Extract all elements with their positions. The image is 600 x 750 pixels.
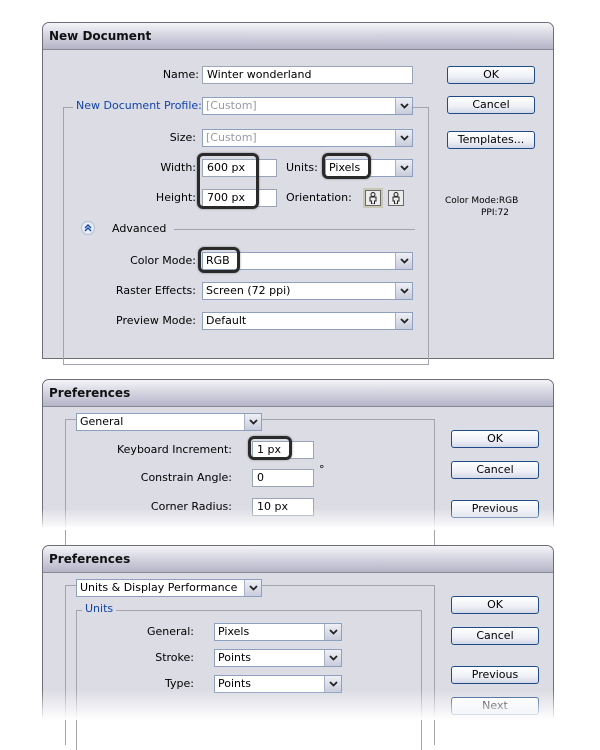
advanced-toggle[interactable] xyxy=(81,221,95,235)
name-input[interactable]: Winter wonderland xyxy=(202,66,413,84)
constrain-angle-input[interactable]: 0 xyxy=(252,469,314,487)
stroke-units-select[interactable]: Points xyxy=(214,649,342,667)
size-value: [Custom] xyxy=(206,131,257,144)
fade-overlay xyxy=(0,508,600,530)
stroke-units-label: Stroke: xyxy=(155,651,194,664)
profile-select[interactable]: [Custom] xyxy=(202,97,413,115)
profile-value: [Custom] xyxy=(206,99,257,112)
height-label: Height: xyxy=(155,191,196,204)
units-group-label: Units xyxy=(82,602,117,615)
landscape-icon xyxy=(392,192,400,204)
chevron-down-icon[interactable] xyxy=(395,283,412,299)
section-value: General xyxy=(80,415,124,428)
size-label: Size: xyxy=(169,131,196,144)
raster-effects-value: Screen (72 ppi) xyxy=(206,284,291,297)
landscape-orientation-button[interactable] xyxy=(388,190,404,206)
info-color-mode: Color Mode:RGB xyxy=(445,196,519,206)
cancel-button[interactable]: Cancel xyxy=(451,461,539,479)
fade-overlay xyxy=(0,690,600,720)
stroke-units-value: Points xyxy=(218,651,252,664)
chevron-down-icon[interactable] xyxy=(395,160,412,176)
cancel-button[interactable]: Cancel xyxy=(447,96,535,114)
chevron-down-icon[interactable] xyxy=(395,130,412,146)
preview-mode-select[interactable]: Default xyxy=(202,312,413,330)
cancel-button[interactable]: Cancel xyxy=(451,627,539,645)
size-select[interactable]: [Custom] xyxy=(202,129,413,147)
general-units-value: Pixels xyxy=(218,625,250,638)
templates-button[interactable]: Templates... xyxy=(447,131,535,149)
new-document-dialog: New Document Name: Winter wonderland New… xyxy=(42,22,554,365)
dialog-title: Preferences xyxy=(43,380,553,407)
orientation-label: Orientation: xyxy=(286,191,352,204)
ok-button[interactable]: OK xyxy=(451,430,539,448)
preferences-general-dialog: Preferences General Keyboard Increment: … xyxy=(42,379,554,559)
type-units-label: Type: xyxy=(165,677,194,690)
raster-effects-select[interactable]: Screen (72 ppi) xyxy=(202,282,413,300)
raster-effects-label: Raster Effects: xyxy=(115,284,196,297)
advanced-label: Advanced xyxy=(112,222,167,235)
constrain-angle-label: Constrain Angle: xyxy=(140,471,232,484)
advanced-divider xyxy=(174,229,415,230)
chevron-down-icon[interactable] xyxy=(324,624,341,640)
section-value: Units & Display Performance xyxy=(80,581,238,594)
chevron-down-icon[interactable] xyxy=(395,313,412,329)
chevron-down-icon[interactable] xyxy=(244,414,261,430)
preview-mode-label: Preview Mode: xyxy=(116,314,196,327)
dialog-title: New Document xyxy=(43,23,553,50)
color-mode-label: Color Mode: xyxy=(130,254,196,267)
info-ppi: PPI:72 xyxy=(481,208,509,218)
ok-button[interactable]: OK xyxy=(451,596,539,614)
chevron-down-icon[interactable] xyxy=(324,650,341,666)
general-units-select[interactable]: Pixels xyxy=(214,623,342,641)
units-label: Units: xyxy=(286,161,318,174)
profile-label: New Document Profile: xyxy=(73,99,205,112)
chevrons-up-icon xyxy=(84,224,92,232)
general-units-label: General: xyxy=(146,625,194,638)
portrait-icon xyxy=(369,192,377,204)
highlight-width-height xyxy=(197,153,259,209)
highlight-keyboard-increment xyxy=(248,436,292,460)
width-label: Width: xyxy=(160,161,196,174)
section-select[interactable]: General xyxy=(76,413,262,431)
degree-symbol: ° xyxy=(319,463,325,476)
keyboard-increment-label: Keyboard Increment: xyxy=(117,443,232,456)
chevron-down-icon[interactable] xyxy=(244,580,261,596)
ok-button[interactable]: OK xyxy=(447,66,535,84)
previous-button[interactable]: Previous xyxy=(451,666,539,684)
chevron-down-icon[interactable] xyxy=(395,253,412,269)
highlight-color-mode xyxy=(198,247,240,273)
dialog-title: Preferences xyxy=(43,546,553,573)
highlight-units xyxy=(322,153,371,179)
name-label: Name: xyxy=(162,68,199,81)
chevron-down-icon[interactable] xyxy=(395,98,412,114)
portrait-orientation-button[interactable] xyxy=(363,188,383,208)
section-select[interactable]: Units & Display Performance xyxy=(76,579,262,597)
preview-mode-value: Default xyxy=(206,314,247,327)
